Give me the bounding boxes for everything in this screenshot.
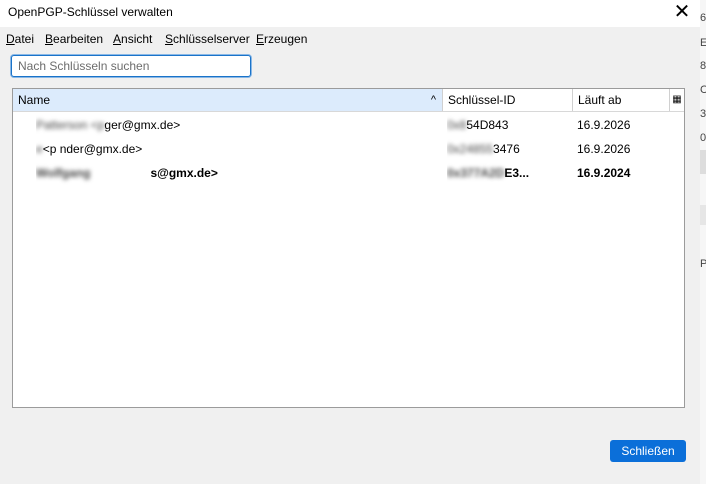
- column-picker-icon[interactable]: ▦: [670, 89, 684, 111]
- table-row[interactable]: Patterson <pger@gmx.de> 0x854D843 16.9.2…: [13, 113, 684, 137]
- background-char: E: [700, 37, 706, 49]
- background-bar: [700, 205, 706, 225]
- background-char: 0: [700, 132, 706, 144]
- key-name: Patterson <pger@gmx.de>: [36, 118, 181, 132]
- key-id: 0x248553476: [447, 142, 520, 156]
- key-expiry: 16.9.2024: [577, 166, 631, 180]
- sort-ascending-icon: ^: [430, 94, 436, 106]
- key-id: 0x854D843: [447, 118, 509, 132]
- background-window-edge: 6 E 8 C 3 0 P: [700, 0, 706, 484]
- key-name: e<p nder@gmx.de>: [36, 142, 143, 156]
- title-bar: OpenPGP-Schlüssel verwalten ✕: [0, 0, 700, 27]
- background-char: 6: [700, 12, 706, 24]
- background-char: P: [700, 258, 706, 270]
- menu-ansicht[interactable]: Ansicht: [113, 32, 152, 46]
- key-list-header: Name ^ Schlüssel-ID Läuft ab ▦: [13, 89, 684, 112]
- menu-datei[interactable]: Datei: [6, 32, 34, 46]
- window-title: OpenPGP-Schlüssel verwalten: [8, 5, 173, 19]
- background-bar: [700, 150, 706, 174]
- table-row[interactable]: Wolfgang s@gmx.de> 0x377A2DE3... 16.9.202…: [13, 161, 684, 185]
- column-header-name[interactable]: Name ^: [13, 89, 443, 111]
- menu-erzeugen[interactable]: Erzeugen: [256, 32, 307, 46]
- menu-bearbeiten[interactable]: Bearbeiten: [45, 32, 103, 46]
- column-header-key-id[interactable]: Schlüssel-ID: [443, 89, 573, 111]
- search-input[interactable]: [11, 55, 251, 77]
- menu-schluesselserver[interactable]: Schlüsselserver: [165, 32, 250, 46]
- background-char: 3: [700, 108, 706, 120]
- key-id: 0x377A2DE3...: [447, 166, 530, 180]
- key-list[interactable]: Name ^ Schlüssel-ID Läuft ab ▦ Patterson…: [12, 88, 685, 408]
- key-name: Wolfgang s@gmx.de>: [36, 166, 218, 180]
- background-char: 8: [700, 60, 706, 72]
- close-button[interactable]: Schließen: [610, 440, 686, 462]
- background-char: C: [700, 84, 706, 96]
- menu-bar: Datei Bearbeiten Ansicht Schlüsselserver…: [0, 30, 700, 50]
- key-expiry: 16.9.2026: [577, 118, 631, 132]
- key-expiry: 16.9.2026: [577, 142, 631, 156]
- column-header-expires[interactable]: Läuft ab: [573, 89, 670, 111]
- close-icon[interactable]: ✕: [664, 0, 700, 27]
- table-row[interactable]: e<p nder@gmx.de> 0x248553476 16.9.2026: [13, 137, 684, 161]
